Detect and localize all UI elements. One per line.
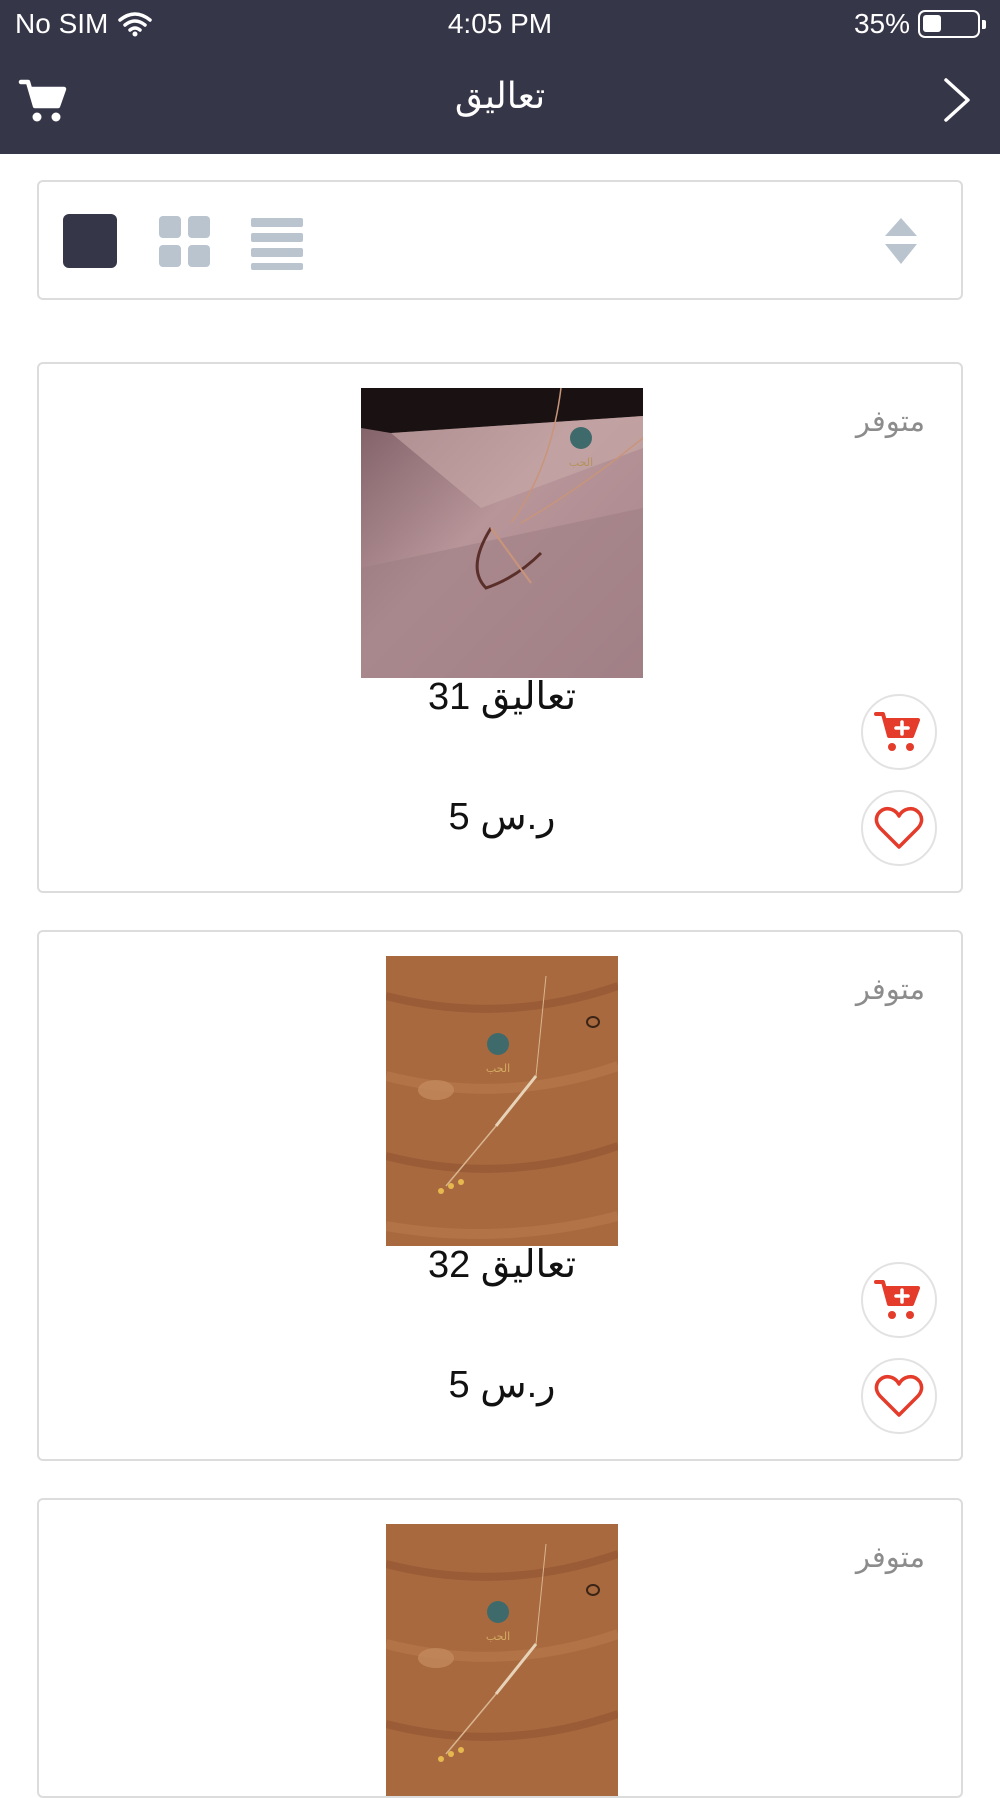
svg-text:الحب: الحب [569, 456, 593, 469]
battery-percent: 35% [853, 8, 910, 39]
favorite-button[interactable] [861, 1358, 937, 1434]
app-header: No SIM 4:05 PM 35% تعاليق [0, 0, 1000, 154]
product-image[interactable]: الحب [386, 956, 618, 1246]
sort-icon[interactable] [883, 216, 919, 266]
svg-text:الحب: الحب [486, 1630, 510, 1643]
product-price: 5 ر.س [448, 1364, 556, 1406]
favorite-button[interactable] [861, 790, 937, 866]
product-name[interactable]: تعاليق 31 [39, 674, 961, 719]
stock-status: متوفر [855, 974, 925, 1006]
stock-status: متوفر [855, 406, 925, 438]
page-title: تعاليق [454, 75, 546, 116]
grid-view-icon[interactable] [159, 216, 211, 268]
product-card[interactable]: متوفر الحب تعاليق 32 5 ر.س [37, 930, 963, 1461]
svg-text:الحب: الحب [486, 1062, 510, 1075]
status-right: 35% [854, 8, 986, 40]
add-to-cart-button[interactable] [861, 1262, 937, 1338]
product-name[interactable]: تعاليق 32 [39, 1242, 961, 1287]
stock-status: متوفر [855, 1542, 925, 1574]
product-price: 5 ر.س [448, 796, 556, 838]
single-view-button[interactable] [63, 214, 117, 268]
battery-icon [918, 10, 986, 38]
product-image[interactable]: الحب [386, 1524, 618, 1798]
view-toolbar [37, 180, 963, 300]
product-card[interactable]: متوفر الحب [37, 1498, 963, 1798]
list-view-icon[interactable] [251, 218, 303, 270]
add-to-cart-button[interactable] [861, 694, 937, 770]
heart-icon [874, 806, 924, 849]
clock: 4:05 PM [447, 8, 553, 39]
add-to-cart-icon [874, 1280, 920, 1319]
product-image[interactable]: الحب [361, 388, 643, 678]
status-bar: No SIM 4:05 PM 35% [0, 0, 1000, 50]
product-card[interactable]: متوفر الحب تعاليق 31 5 ر.س [37, 362, 963, 893]
chevron-right-icon[interactable] [940, 76, 974, 124]
heart-icon [874, 1374, 924, 1417]
add-to-cart-icon [874, 712, 920, 751]
